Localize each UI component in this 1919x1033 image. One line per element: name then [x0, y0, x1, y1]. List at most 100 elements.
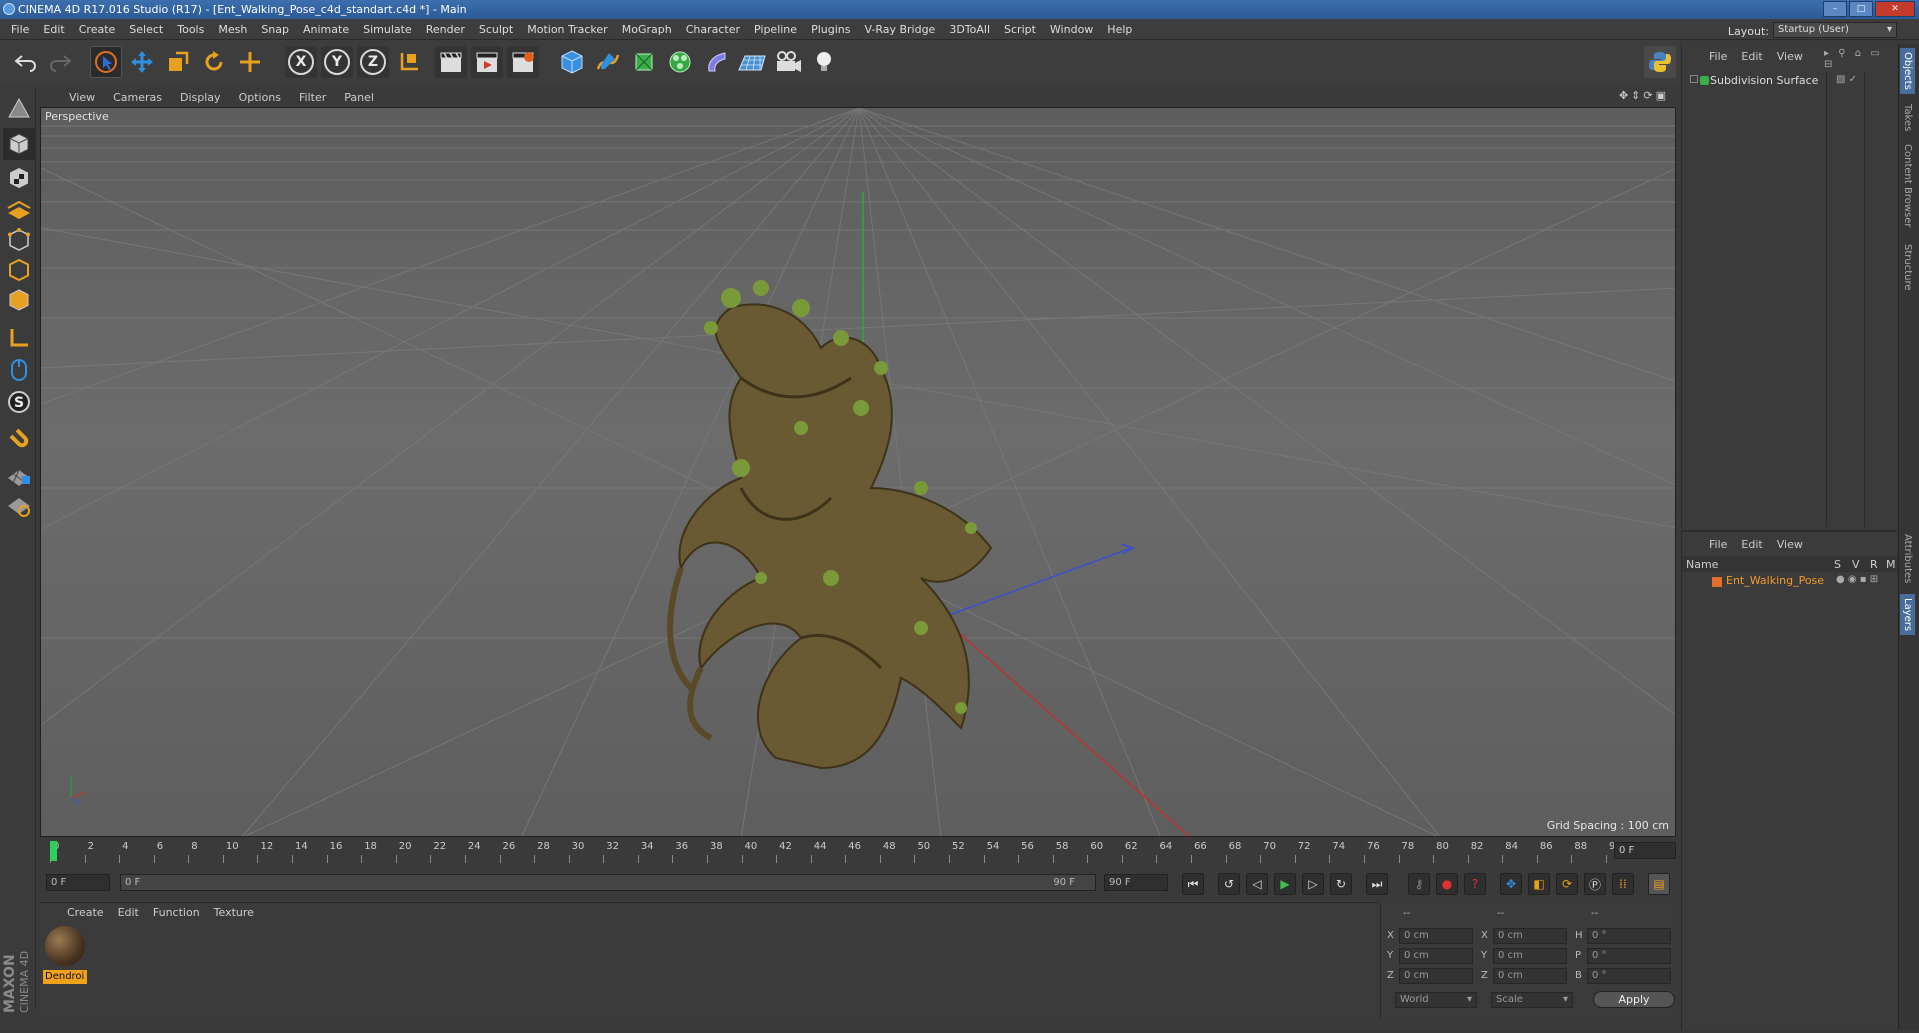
add-subdivision-surface-button[interactable]	[628, 46, 660, 78]
layout-select[interactable]: Startup (User) ▾	[1773, 22, 1897, 38]
polygons-mode-button[interactable]	[3, 284, 35, 316]
layer-col-render[interactable]: R	[1870, 558, 1878, 571]
tab-content-browser[interactable]: Content Browser	[1902, 144, 1913, 227]
object-menu-edit[interactable]: Edit	[1734, 50, 1769, 64]
previous-frame-button[interactable]: ◁	[1246, 873, 1268, 895]
add-cube-button[interactable]	[556, 46, 588, 78]
close-button[interactable]: ✕	[1875, 1, 1915, 17]
enable-axis-button[interactable]	[3, 322, 35, 354]
coord-pos-y-field[interactable]: 0 cm	[1399, 948, 1473, 964]
coord-rot-h-field[interactable]: 0 °	[1587, 928, 1671, 944]
key-position-button[interactable]: ✥	[1500, 873, 1522, 895]
layer-menu-file[interactable]: File	[1702, 538, 1734, 552]
material-preview-ball[interactable]	[45, 926, 85, 966]
tab-attributes[interactable]: Attributes	[1902, 534, 1913, 583]
minimize-button[interactable]: –	[1823, 1, 1847, 17]
add-cloner-button[interactable]	[664, 46, 696, 78]
texture-mode-button[interactable]	[3, 162, 35, 194]
material-menu-function[interactable]: Function	[146, 906, 207, 919]
python-console-button[interactable]	[1644, 46, 1676, 78]
coord-pos-z-field[interactable]: 0 cm	[1399, 968, 1473, 984]
menu-create[interactable]: Create	[72, 23, 123, 36]
menu-window[interactable]: Window	[1043, 23, 1100, 36]
menu-simulate[interactable]: Simulate	[356, 23, 419, 36]
coord-pos-x-field[interactable]: 0 cm	[1399, 928, 1473, 944]
viewport-menu-options[interactable]: Options	[230, 91, 290, 104]
object-list-item[interactable]: Subdivision Surface	[1686, 74, 1836, 90]
menu-sculpt[interactable]: Sculpt	[472, 23, 520, 36]
material-menu-create[interactable]: Create	[60, 906, 111, 919]
current-frame-field[interactable]: 0 F	[1614, 842, 1676, 859]
viewport-menu-display[interactable]: Display	[171, 91, 230, 104]
maximize-view-icon[interactable]: ▣	[1656, 89, 1669, 102]
render-to-picture-viewer-button[interactable]	[471, 46, 503, 78]
render-view-button[interactable]	[435, 46, 467, 78]
coord-size-x-field[interactable]: 0 cm	[1493, 928, 1567, 944]
tab-layers[interactable]: Layers	[1900, 594, 1915, 636]
menu-select[interactable]: Select	[122, 23, 170, 36]
key-scale-button[interactable]: ◧	[1528, 873, 1550, 895]
next-key-button[interactable]: ↻	[1330, 873, 1352, 895]
coord-size-z-field[interactable]: 0 cm	[1493, 968, 1567, 984]
playhead-marker[interactable]	[50, 841, 57, 861]
key-parameter-button[interactable]: Ⓟ	[1584, 873, 1606, 895]
menu-plugins[interactable]: Plugins	[804, 23, 857, 36]
menu-file[interactable]: File	[4, 23, 36, 36]
object-menu-view[interactable]: View	[1770, 50, 1810, 64]
object-tags[interactable]: ▧ ✓	[1836, 74, 1857, 85]
timeline-ruler[interactable]: 0246810121416182022242628303234363840424…	[40, 840, 1676, 864]
viewport-nav-icons[interactable]: ✥⇕⟳▣	[1619, 89, 1669, 102]
edges-mode-button[interactable]	[3, 254, 35, 286]
layer-col-manager[interactable]: M	[1886, 558, 1896, 571]
autokey-button[interactable]: ●	[1436, 873, 1458, 895]
add-camera-button[interactable]	[772, 46, 804, 78]
menu-snap[interactable]: Snap	[254, 23, 296, 36]
next-frame-button[interactable]: ▷	[1302, 873, 1324, 895]
edit-render-settings-button[interactable]	[507, 46, 539, 78]
menu-render[interactable]: Render	[419, 23, 472, 36]
scale-tool-button[interactable]	[162, 46, 194, 78]
key-pla-button[interactable]: ⁞⁞	[1612, 873, 1634, 895]
live-selection-button[interactable]	[90, 46, 122, 78]
move-tool-button[interactable]	[126, 46, 158, 78]
x-axis-lock-button[interactable]: X	[285, 46, 317, 78]
points-mode-button[interactable]	[3, 224, 35, 256]
snapping-button[interactable]: S	[3, 386, 35, 418]
tab-takes[interactable]: Takes	[1902, 104, 1913, 131]
y-axis-lock-button[interactable]: Y	[321, 46, 353, 78]
z-axis-lock-button[interactable]: Z	[357, 46, 389, 78]
menu-vray-bridge[interactable]: V-Ray Bridge	[857, 23, 942, 36]
menu-motion-tracker[interactable]: Motion Tracker	[520, 23, 614, 36]
perspective-viewport[interactable]: Perspective Grid Spacing : 100 cm	[40, 107, 1676, 837]
tab-objects[interactable]: Objects	[1900, 48, 1915, 94]
zoom-icon[interactable]: ⇕	[1631, 89, 1643, 102]
coord-rot-b-field[interactable]: 0 °	[1587, 968, 1671, 984]
coordinate-system-button[interactable]	[393, 46, 425, 78]
play-button[interactable]: ▶	[1274, 873, 1296, 895]
add-floor-button[interactable]	[736, 46, 768, 78]
material-menu-edit[interactable]: Edit	[111, 906, 146, 919]
coord-size-y-field[interactable]: 0 cm	[1493, 948, 1567, 964]
last-tool-button[interactable]	[234, 46, 266, 78]
object-manager-tools[interactable]: ▸ ⚲ ⌂ ▭ ⊟	[1824, 48, 1897, 70]
maximize-button[interactable]: □	[1849, 1, 1873, 17]
viewport-menu-filter[interactable]: Filter	[290, 91, 335, 104]
menu-3dtoall[interactable]: 3DToAll	[942, 23, 997, 36]
workplane-mode-button[interactable]	[3, 192, 35, 224]
frame-range-slider[interactable]: 0 F 90 F	[120, 874, 1096, 891]
end-frame-field[interactable]: 90 F	[1104, 874, 1168, 891]
tab-structure[interactable]: Structure	[1902, 244, 1913, 291]
material-name-label[interactable]: Dendroi	[43, 970, 87, 984]
start-frame-field[interactable]: 0 F	[46, 874, 110, 891]
coord-system-select[interactable]: World ▾	[1395, 992, 1477, 1008]
tweak-mode-button[interactable]	[3, 354, 35, 386]
menu-tools[interactable]: Tools	[170, 23, 211, 36]
menu-character[interactable]: Character	[679, 23, 747, 36]
go-to-start-button[interactable]: ⏮	[1182, 873, 1204, 895]
menu-help[interactable]: Help	[1100, 23, 1139, 36]
object-menu-file[interactable]: File	[1702, 50, 1734, 64]
workplane-snap-button[interactable]	[3, 490, 35, 522]
add-deformer-button[interactable]	[700, 46, 732, 78]
viewport-menu-cameras[interactable]: Cameras	[104, 91, 171, 104]
menu-mesh[interactable]: Mesh	[211, 23, 254, 36]
